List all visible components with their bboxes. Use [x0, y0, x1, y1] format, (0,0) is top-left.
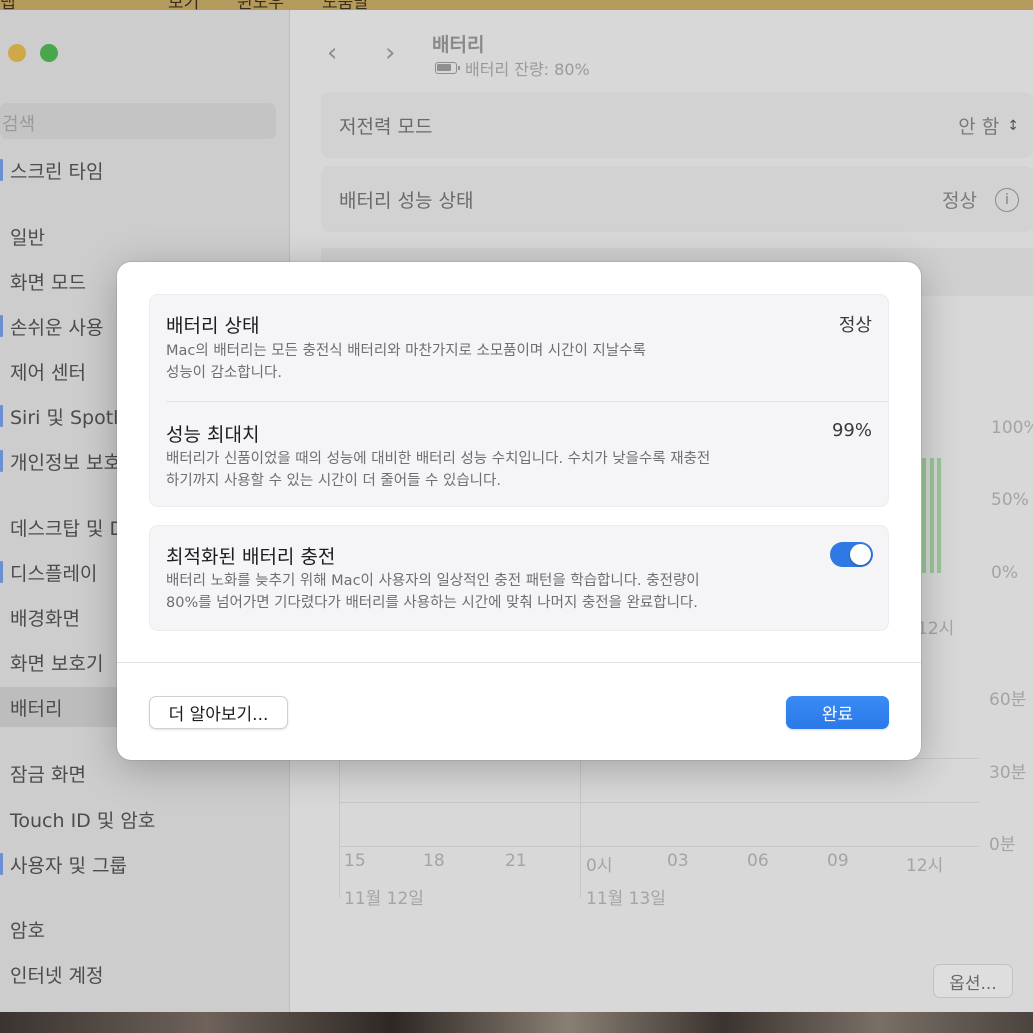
battery-icon [435, 62, 460, 74]
x-axis-label: 15 [344, 851, 366, 871]
menu-item-help[interactable]: 도움말 [322, 0, 369, 10]
sidebar-item-label: 화면 보호기 [10, 652, 104, 675]
battery-health-value: 정상 [942, 190, 977, 212]
date-label: 11월 13일 [586, 889, 666, 909]
optimized-charging-card: 최적화된 배터리 충전 배터리 노화를 늦추기 위해 Mac이 사용자의 일상적… [149, 525, 889, 631]
menu-bar: 탭 보기 윈도우 도움말 [0, 0, 1033, 10]
battery-level-bar [937, 458, 941, 573]
sidebar-item-label: 디스플레이 [10, 562, 98, 585]
max-capacity-row: 성능 최대치 99% 배터리가 신품이었을 때의 성능에 대비한 배터리 성능 … [150, 402, 888, 508]
options-button[interactable]: 옵션... [933, 964, 1013, 998]
info-icon[interactable]: i [995, 187, 1019, 212]
battery-level-bar [922, 458, 926, 573]
search-placeholder: 검색 [2, 114, 36, 135]
x-axis-label: 21 [505, 851, 527, 871]
x-axis-label: 09 [827, 851, 849, 871]
x-axis-label: 0시 [586, 856, 613, 876]
sidebar-item-label: 잠금 화면 [10, 763, 86, 786]
x-axis-label: 18 [423, 851, 445, 871]
sidebar-accent-bar [0, 405, 3, 427]
sidebar-item-touch-id[interactable]: Touch ID 및 암호 [0, 799, 290, 839]
y-axis-label: 50% [991, 490, 1029, 510]
optimized-charging-row: 최적화된 배터리 충전 배터리 노화를 늦추기 위해 Mac이 사용자의 일상적… [150, 526, 888, 632]
optimized-charging-desc-line1: 배터리 노화를 늦추기 위해 Mac이 사용자의 일상적인 충전 패턴을 학습합… [166, 573, 700, 589]
sidebar-accent-bar [0, 315, 3, 337]
divider [117, 662, 921, 663]
y-axis-label: 0분 [989, 835, 1016, 855]
max-capacity-desc-line1: 배터리가 신품이었을 때의 성능에 대비한 배터리 성능 수치입니다. 수치가 … [166, 451, 711, 467]
battery-level-bar [930, 458, 934, 573]
chevron-up-down-icon: ↕ [1007, 117, 1019, 134]
zoom-button[interactable] [40, 44, 58, 62]
back-arrow-icon[interactable]: ‹ [327, 38, 337, 68]
minimize-button[interactable] [8, 44, 26, 62]
battery-health-value-group: 정상 i [942, 186, 1019, 213]
low-power-mode-value: 안 함 [958, 116, 1000, 138]
sidebar-item-users-groups[interactable]: 사용자 및 그룹 [0, 844, 290, 884]
max-capacity-desc-line2: 하기까지 사용할 수 있는 시간이 더 줄어들 수 있습니다. [166, 473, 501, 489]
date-label: 11월 12일 [344, 889, 424, 909]
y-axis-label: 0% [991, 563, 1018, 583]
sidebar-accent-bar [0, 450, 3, 472]
sidebar-item-label: 화면 모드 [10, 271, 86, 294]
x-axis-label: 06 [747, 851, 769, 871]
battery-health-sheet: 배터리 상태 정상 Mac의 배터리는 모든 충전식 배터리와 마찬가지로 소모… [117, 262, 921, 760]
done-button[interactable]: 완료 [786, 696, 889, 729]
low-power-mode-label: 저전력 모드 [339, 116, 433, 138]
battery-status-row: 배터리 상태 정상 Mac의 배터리는 모든 충전식 배터리와 마찬가지로 소모… [150, 295, 888, 401]
sidebar-item-label: 암호 [10, 919, 45, 942]
sidebar-item-screen-time[interactable]: 스크린 타임 [0, 150, 290, 190]
battery-health-row: 배터리 성능 상태 정상 i [321, 166, 1033, 232]
max-capacity-title: 성능 최대치 [166, 424, 260, 446]
battery-status-desc-line2: 성능이 감소합니다. [166, 365, 282, 381]
battery-level-row: 배터리 잔량: 80% [435, 56, 590, 80]
grid-line [580, 758, 581, 898]
y-axis-label: 30분 [989, 763, 1027, 783]
x-axis-label: 12시 [906, 856, 944, 876]
desktop-wallpaper [0, 1012, 1033, 1033]
y-axis-label: 100% [991, 418, 1033, 438]
battery-status-desc-line1: Mac의 배터리는 모든 충전식 배터리와 마찬가지로 소모품이며 시간이 지날… [166, 343, 646, 359]
sidebar-item-label: 일반 [10, 226, 45, 249]
x-axis-label: 03 [667, 851, 689, 871]
low-power-mode-row: 저전력 모드 안 함 ↕ [321, 92, 1033, 158]
grid-line [339, 846, 979, 847]
y-axis-label: 60분 [989, 690, 1027, 710]
grid-line [339, 802, 979, 803]
sidebar-item-label: Touch ID 및 암호 [10, 809, 156, 832]
sidebar-item-internet-accounts[interactable]: 인터넷 계정 [0, 954, 290, 994]
page-title: 배터리 [432, 34, 485, 56]
battery-info-card: 배터리 상태 정상 Mac의 배터리는 모든 충전식 배터리와 마찬가지로 소모… [149, 294, 889, 507]
battery-level-text: 배터리 잔량: 80% [465, 60, 590, 79]
sidebar-accent-bar [0, 561, 3, 583]
sidebar-item-label: 사용자 및 그룹 [10, 854, 127, 877]
menu-item-window[interactable]: 윈도우 [237, 0, 284, 10]
sidebar-item-passwords[interactable]: 암호 [0, 909, 290, 949]
battery-status-title: 배터리 상태 [166, 315, 260, 337]
grid-line [339, 758, 340, 898]
sidebar-accent-bar [0, 159, 3, 181]
sidebar-item-label: 손쉬운 사용 [10, 316, 104, 339]
x-axis-label: 12시 [917, 619, 955, 639]
forward-arrow-icon[interactable]: › [385, 38, 395, 68]
battery-status-value: 정상 [838, 315, 872, 336]
sidebar-item-general[interactable]: 일반 [0, 216, 290, 256]
low-power-mode-popup[interactable]: 안 함 ↕ [958, 112, 1019, 139]
learn-more-button[interactable]: 더 알아보기... [149, 696, 288, 729]
sidebar-item-label: 배터리 [10, 697, 63, 720]
sidebar-item-label: 스크린 타임 [10, 160, 104, 183]
optimized-charging-toggle[interactable] [830, 542, 873, 567]
battery-health-label: 배터리 성능 상태 [339, 190, 474, 212]
sidebar-item-label: 제어 센터 [10, 361, 86, 384]
menu-item-tab[interactable]: 탭 [0, 0, 16, 10]
menu-item-view[interactable]: 보기 [168, 0, 199, 10]
optimized-charging-desc-line2: 80%를 넘어가면 기다렸다가 배터리를 사용하는 시간에 맞춰 나머지 충전을… [166, 595, 698, 611]
sidebar-item-label: 배경화면 [10, 607, 80, 630]
optimized-charging-title: 최적화된 배터리 충전 [166, 546, 336, 568]
sidebar-accent-bar [0, 853, 3, 875]
sidebar-item-label: 인터넷 계정 [10, 964, 104, 987]
search-field[interactable]: 검색 [0, 103, 276, 139]
max-capacity-value: 99% [831, 420, 872, 441]
